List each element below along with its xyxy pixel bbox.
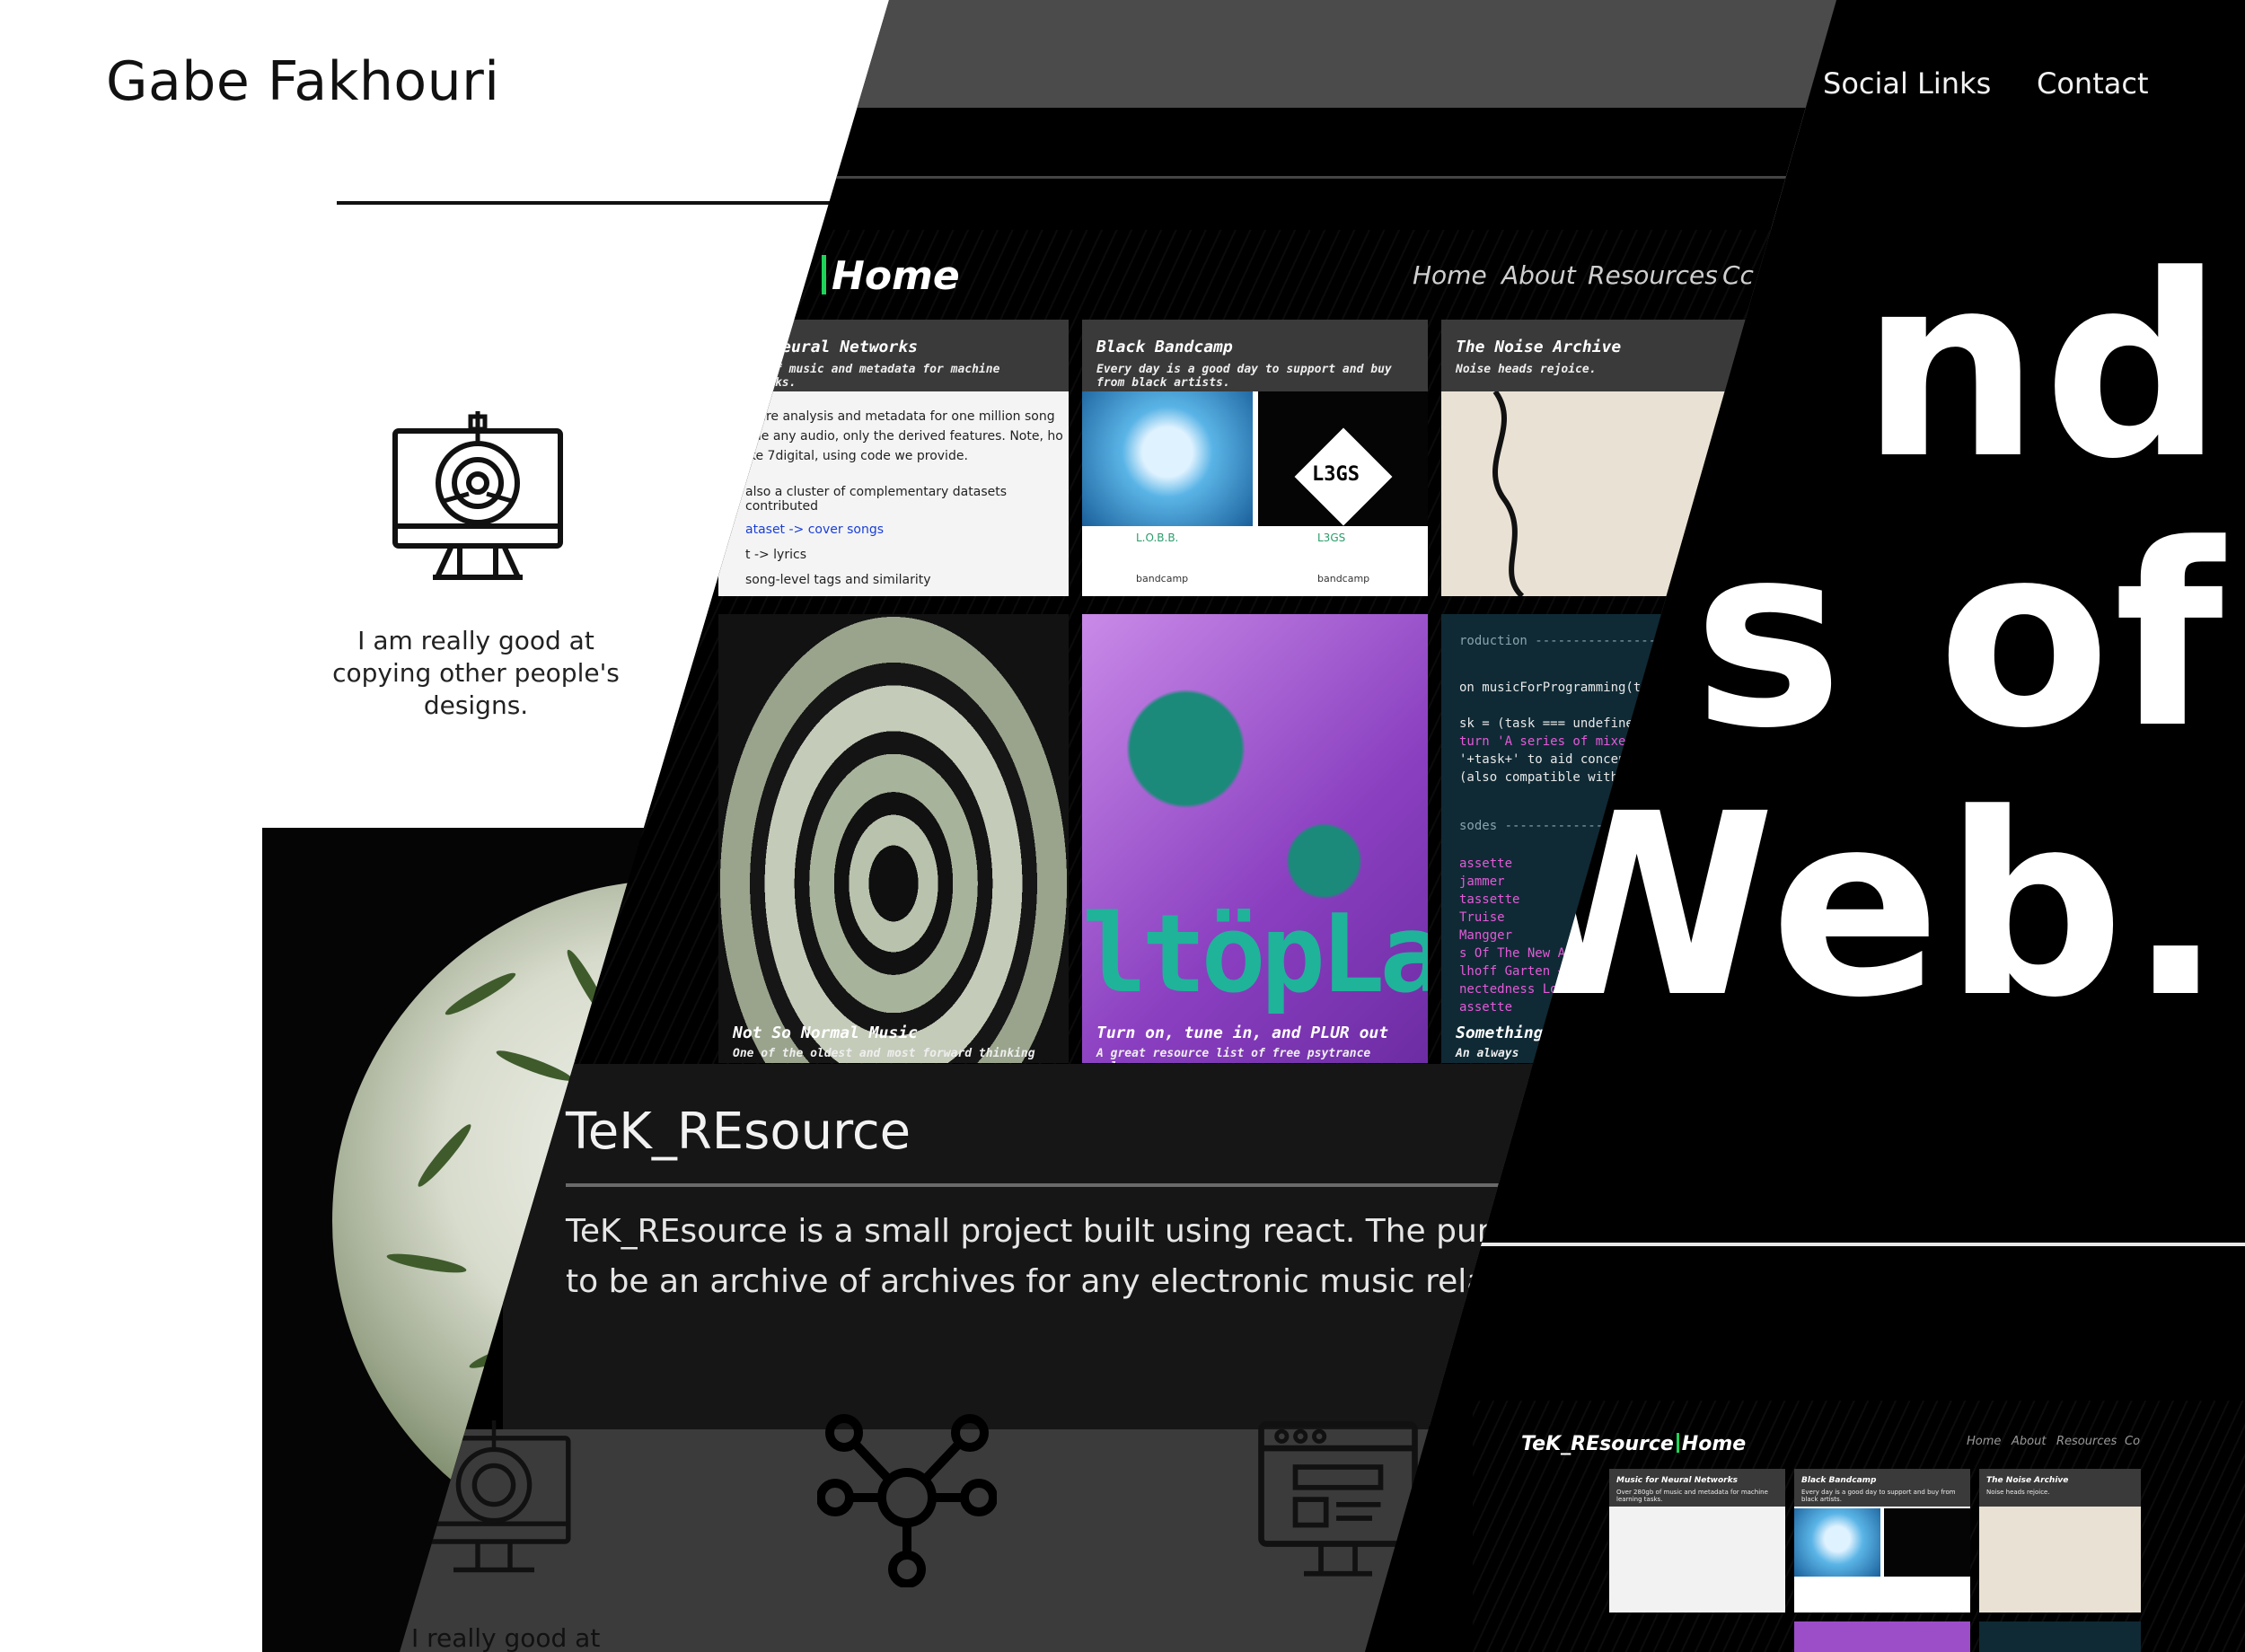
mini-nav-contact[interactable]: Co <box>2125 1435 2140 1448</box>
resource-card-not-so-normal[interactable]: Not So Normal Music One of the oldest an… <box>718 614 1069 1063</box>
code-line: jammer <box>1459 874 1505 889</box>
mini-card-neural[interactable]: Music for Neural Networks Over 280gb of … <box>1609 1469 1785 1612</box>
mini-card-subtitle: Over 280gb of music and metadata for mac… <box>1616 1489 1768 1503</box>
code-line: (also compatible with o <box>1459 770 1633 785</box>
card-title: Black Bandcamp <box>1096 338 1233 356</box>
resource-card-psytrance[interactable]: ltöpLaZ Turn on, tune in, and PLUR out A… <box>1082 614 1428 1063</box>
code-line: tassette <box>1459 892 1520 907</box>
mini-brand-prefix: TeK_REsource <box>1521 1433 1674 1455</box>
card-subtitle: An always <box>1456 1047 1519 1060</box>
project-title: TeK_REsource <box>566 1103 911 1161</box>
nav-home[interactable]: Home <box>1413 260 1487 290</box>
skill-caption: I really good at <box>411 1623 601 1652</box>
code-line: assette <box>1459 1000 1513 1015</box>
tek-brand[interactable]: Home <box>822 253 960 299</box>
album-art-moon <box>1082 391 1253 526</box>
card-title: The Noise Archive <box>1456 338 1622 356</box>
mini-nav-home[interactable]: Home <box>1967 1435 2001 1448</box>
site-title[interactable]: Gabe Fakhouri <box>106 50 499 113</box>
mini-brand[interactable]: TeK_REsource Home <box>1521 1433 1746 1455</box>
nav-about[interactable]: About <box>1501 260 1576 290</box>
doc-line: song-level tags and similarity <box>745 573 931 587</box>
mini-card-title: Black Bandcamp <box>1801 1476 1877 1485</box>
abstract-art <box>718 614 1069 1063</box>
card-title: Something <box>1456 1024 1544 1042</box>
mini-nav-about[interactable]: About <box>2012 1435 2046 1448</box>
album-logo-text: ltöpLaZ <box>1082 892 1428 1017</box>
card-subtitle: Noise heads rejoice. <box>1456 363 1597 376</box>
doc-line: ature analysis and metadata for one mill… <box>745 409 1055 424</box>
mini-card-bandcamp[interactable]: Black Bandcamp Every day is a good day t… <box>1794 1469 1970 1612</box>
network-nodes-icon <box>817 1414 997 1587</box>
doc-line: ike 7digital, using code we provide. <box>745 449 968 463</box>
card-title: Turn on, tune in, and PLUR out <box>1096 1024 1389 1042</box>
brand-accent <box>1676 1433 1679 1453</box>
brand-label: Home <box>832 253 960 299</box>
code-line: Mangger <box>1459 928 1513 943</box>
mini-card-subtitle: Every day is a good day to support and b… <box>1801 1489 1956 1503</box>
mini-nav-resources[interactable]: Resources <box>2056 1435 2117 1448</box>
album-label: L3GS <box>1312 463 1360 486</box>
doc-line: also a cluster of complementary datasets… <box>745 485 1008 514</box>
code-line: assette <box>1459 857 1513 871</box>
nav-contact[interactable]: Contact <box>2037 66 2149 101</box>
skill-caption: I am really good at copying other people… <box>332 626 620 720</box>
mini-card-title: Music for Neural Networks <box>1616 1476 1738 1485</box>
doc-line: ude any audio, only the derived features… <box>745 429 1063 444</box>
nav-social-links[interactable]: Social Links <box>1823 66 1991 101</box>
album-art-l3gs: L3GS <box>1258 391 1428 526</box>
mini-card-title: The Noise Archive <box>1986 1476 2069 1485</box>
mini-card-subtitle: Noise heads rejoice. <box>1986 1489 2050 1496</box>
divider <box>808 176 1836 179</box>
mini-card-code[interactable] <box>1979 1621 2141 1652</box>
bandcamp-label: bandcamp <box>1136 573 1189 584</box>
card-subtitle: Every day is a good day to support and b… <box>1096 363 1392 390</box>
mini-brand-suffix: Home <box>1681 1433 1747 1455</box>
album-name[interactable]: L.O.B.B. <box>1136 532 1178 544</box>
card-subtitle: One of the oldest and most forward think… <box>733 1047 1035 1060</box>
card-subtitle: A great resource list of free psytrance … <box>1096 1047 1371 1063</box>
album-name[interactable]: L3GS <box>1317 532 1345 544</box>
nav-resources[interactable]: Resources <box>1588 260 1718 290</box>
doc-link[interactable]: t -> lyrics <box>745 548 806 562</box>
brand-accent <box>822 255 826 294</box>
code-line: s Of The New Age <box>1459 946 1580 961</box>
card-title: Not So Normal Music <box>733 1024 918 1042</box>
mini-card-noise[interactable]: The Noise Archive Noise heads rejoice. <box>1979 1469 2141 1612</box>
resource-card-black-bandcamp[interactable]: Black Bandcamp Every day is a good day t… <box>1082 320 1428 596</box>
mini-card-psytrance[interactable] <box>1794 1621 1970 1652</box>
divider <box>337 201 840 205</box>
nav-contact[interactable]: Cc <box>1722 260 1754 290</box>
code-line: '+task+' to aid concentr <box>1459 752 1642 767</box>
monitor-target-icon <box>392 411 563 580</box>
code-line: lhoff Garten + <box>1459 964 1566 979</box>
divider <box>1455 1243 2245 1246</box>
code-line: Truise <box>1459 910 1505 925</box>
bandcamp-label: bandcamp <box>1317 573 1370 584</box>
browser-bar <box>808 0 1836 108</box>
doc-link[interactable]: ataset -> cover songs <box>745 523 884 537</box>
